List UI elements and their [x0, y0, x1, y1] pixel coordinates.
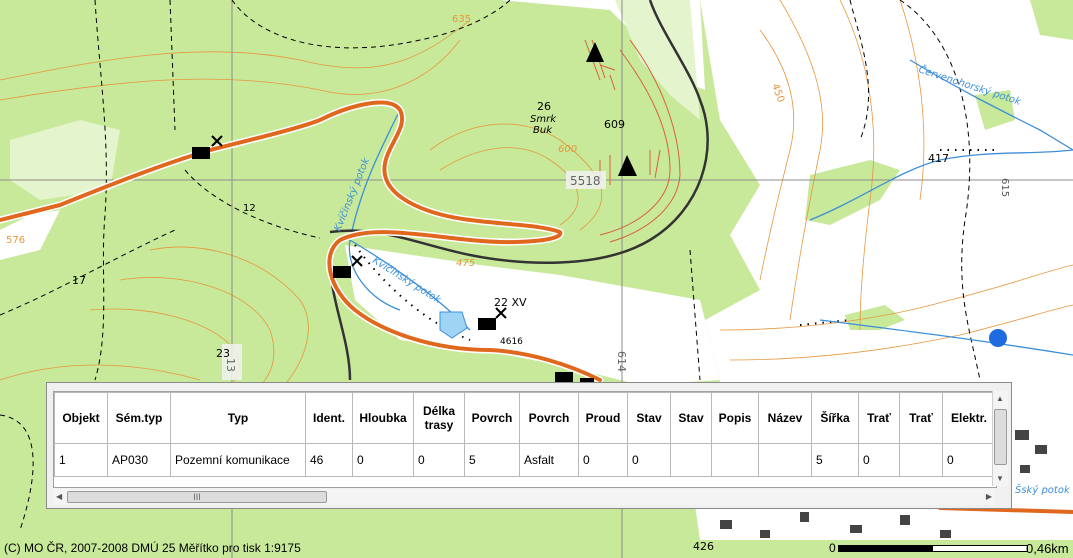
table-cell [711, 443, 759, 477]
horizontal-scrollbar[interactable]: ◀ III ▶ [53, 489, 995, 505]
scroll-down-icon[interactable]: ▼ [996, 474, 1004, 483]
column-header[interactable]: Trať [858, 392, 900, 444]
table-cell: 0 [627, 443, 671, 477]
svg-text:12: 12 [243, 203, 256, 214]
scroll-up-icon[interactable]: ▲ [996, 394, 1004, 403]
svg-text:426: 426 [693, 540, 714, 553]
table-cell: 0 [578, 443, 628, 477]
location-marker[interactable] [989, 329, 1007, 347]
svg-text:Buk: Buk [533, 125, 553, 136]
column-header[interactable]: Povrch [519, 392, 579, 444]
column-header[interactable]: Název [758, 392, 812, 444]
column-header[interactable]: Délka trasy [413, 392, 465, 444]
table-cell: 5 [464, 443, 520, 477]
table-cell: 5 [811, 443, 859, 477]
svg-text:600: 600 [558, 144, 577, 155]
scale-km-label: 0,46km [1026, 541, 1069, 556]
svg-text:635: 635 [452, 14, 471, 25]
svg-text:4616: 4616 [500, 337, 523, 347]
column-header[interactable]: Stav [670, 392, 712, 444]
attribute-table-viewport: Objekt Sém.typ Typ Ident. Hloubka Délka trasy… [53, 391, 997, 488]
column-header[interactable]: Stav [627, 392, 671, 444]
table-header-row: Objekt Sém.typ Typ Ident. Hloubka Délka trasy… [54, 392, 996, 444]
table-row[interactable]: 1 AP030 Pozemní komunikace 46 0 0 5 Asfalt 0 0 5 0 0… [54, 443, 996, 477]
table-cell: Pozemní komunikace [170, 443, 306, 477]
vertical-scroll-thumb[interactable] [994, 409, 1007, 465]
column-header[interactable]: Šířka [811, 392, 859, 444]
table-cell [899, 443, 943, 477]
scroll-right-icon[interactable]: ▶ [986, 492, 992, 501]
table-cell: 0 [942, 443, 996, 477]
column-header[interactable]: Elektr. [942, 392, 996, 444]
table-cell: 0 [413, 443, 465, 477]
svg-text:13: 13 [224, 358, 237, 372]
svg-text:576: 576 [6, 235, 25, 246]
column-header[interactable]: Typ [170, 392, 306, 444]
column-header[interactable]: Objekt [54, 392, 108, 444]
svg-text:17: 17 [72, 274, 86, 287]
map-footer: (C) MO ČR, 2007-2008 DMÚ 25 Měřítko pro … [4, 541, 301, 555]
svg-text:26: 26 [537, 100, 551, 113]
column-header[interactable]: Hloubka [352, 392, 414, 444]
attribute-table-panel: Objekt Sém.typ Typ Ident. Hloubka Délka trasy… [46, 382, 1012, 509]
svg-text:Šský potok: Šský potok [1015, 483, 1071, 496]
horizontal-scroll-thumb[interactable]: III [67, 491, 327, 503]
table-cell: 1 [54, 443, 108, 477]
column-header[interactable]: Ident. [305, 392, 353, 444]
column-header[interactable]: Povrch [464, 392, 520, 444]
table-cell: Asfalt [519, 443, 579, 477]
scale-zero-label: 0 [829, 541, 836, 555]
svg-text:Smrk: Smrk [530, 114, 557, 125]
svg-text:615: 615 [999, 178, 1010, 197]
svg-text:614: 614 [615, 351, 628, 372]
scale-bar [838, 545, 1028, 552]
table-cell: AP030 [107, 443, 171, 477]
table-cell: 0 [858, 443, 900, 477]
column-header[interactable]: Proud [578, 392, 628, 444]
attribute-table: Objekt Sém.typ Typ Ident. Hloubka Délka trasy… [54, 392, 996, 477]
svg-text:609: 609 [604, 118, 625, 131]
column-header[interactable]: Popis [711, 392, 759, 444]
svg-text:475: 475 [456, 258, 475, 269]
table-body: 1 AP030 Pozemní komunikace 46 0 0 5 Asfalt 0 0 5 0 0… [54, 443, 996, 477]
table-cell: 46 [305, 443, 353, 477]
svg-text:22 XV: 22 XV [494, 296, 527, 309]
table-cell [670, 443, 712, 477]
table-cell: 0 [352, 443, 414, 477]
scroll-left-icon[interactable]: ◀ [56, 492, 62, 501]
column-header[interactable]: Trať [899, 392, 943, 444]
table-cell [758, 443, 812, 477]
vertical-scrollbar[interactable]: ▲ ▼ [992, 391, 1008, 486]
svg-text:5518: 5518 [570, 174, 601, 188]
svg-text:23: 23 [216, 347, 230, 360]
column-header[interactable]: Sém.typ [107, 392, 171, 444]
svg-text:417: 417 [928, 152, 949, 165]
